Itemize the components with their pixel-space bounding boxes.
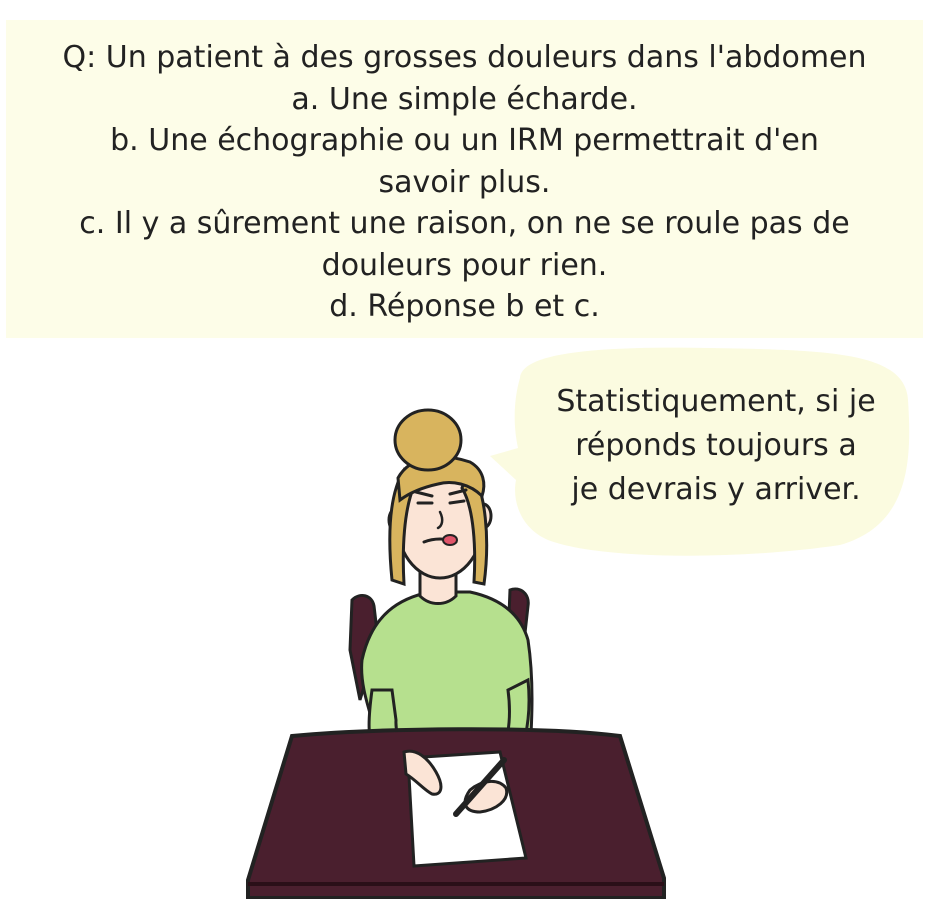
caption-line-option-c-cont: douleurs pour rien. xyxy=(321,247,608,283)
caption-line-option-d: d. Réponse b et c. xyxy=(329,289,600,324)
caption-line-option-b-cont: savoir plus. xyxy=(378,164,551,200)
hair-bun xyxy=(393,408,463,472)
caption-line-question: Q: Un patient à des grosses douleurs dan… xyxy=(62,40,867,75)
caption-line-option-c: c. Il y a sûrement une raison, on ne se … xyxy=(79,206,850,241)
question-caption: Q: Un patient à des grosses douleurs dan… xyxy=(6,20,923,338)
speech-line-3: je devrais y arriver. xyxy=(571,472,861,507)
speech-line-2: réponds toujours a xyxy=(575,428,857,463)
speech-bubble-text: Statistiquement, si je réponds toujours … xyxy=(520,380,912,512)
speech-line-1: Statistiquement, si je xyxy=(556,384,876,419)
caption-line-option-b: b. Une échographie ou un IRM permettrait… xyxy=(110,123,819,158)
caption-line-option-a: a. Une simple écharde. xyxy=(291,81,638,117)
